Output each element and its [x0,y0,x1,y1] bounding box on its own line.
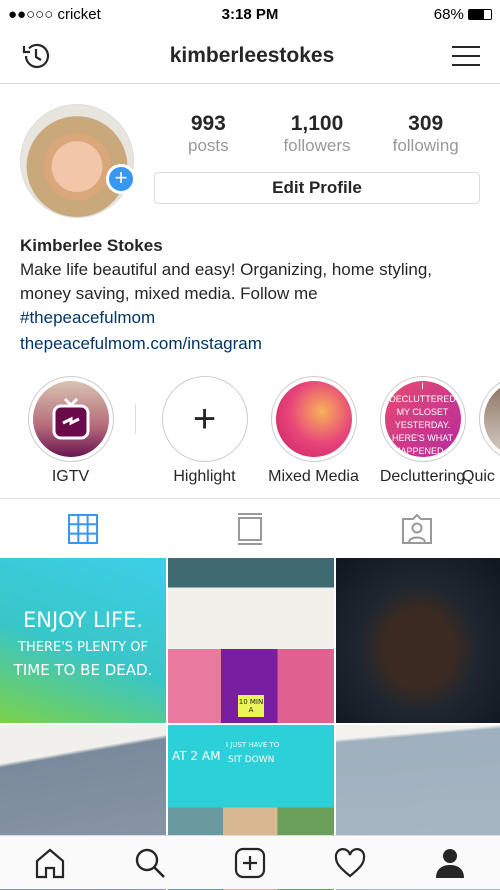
bio-text: Make life beautiful and easy! Organizing… [20,260,433,303]
display-name: Kimberlee Stokes [20,236,163,255]
carrier: ●●○○○ cricket [8,5,101,23]
username-title: kimberleestokes [169,43,335,67]
plus-icon: + [161,376,248,462]
new-post-icon[interactable] [234,847,266,879]
edit-profile-button[interactable]: Edit Profile [154,172,480,204]
followers-label: followers [283,136,351,155]
tab-tagged[interactable] [333,513,500,545]
top-nav: kimberleestokes [0,28,500,84]
divider [135,404,136,434]
highlight-new[interactable]: + Highlight [152,376,257,498]
post-text: 10 MIN A [238,695,264,717]
stat-posts[interactable]: 993 posts [154,112,263,156]
highlight-decluttering[interactable]: I DECLUTTERED MY CLOSET YESTERDAY. HERE'… [370,376,475,498]
highlight-label: Decluttering [379,468,466,485]
following-label: following [392,136,459,155]
tab-grid[interactable] [0,513,167,544]
highlight-label: Highlight [173,468,236,485]
post-tile[interactable]: ENJOY LIFE. THERE'S PLENTY OF TIME TO BE… [0,558,166,723]
menu-icon[interactable] [451,44,480,68]
posts-count: 993 [190,112,226,135]
highlight-cover-text: I DECLUTTERED MY CLOSET YESTERDAY. HERE'… [384,381,461,457]
bottom-tab-bar [0,835,500,889]
activity-heart-icon[interactable] [334,847,366,878]
grid-icon [68,513,99,544]
posts-label: posts [188,136,229,155]
post-text: THERE'S PLENTY OF [18,640,148,655]
profile-stats: 993 posts 1,100 followers 309 following [154,112,480,156]
highlight-quick[interactable]: Quic [462,376,500,498]
tagged-icon [401,513,432,544]
bio: Kimberlee Stokes Make life beautiful and… [0,212,500,356]
post-text: AT 2 AM [172,749,221,763]
profile-header: + 993 posts 1,100 followers 309 following E… [0,84,500,218]
stat-following[interactable]: 309 following [371,112,480,156]
profile-icon[interactable] [434,847,466,879]
feed-icon [238,512,262,545]
post-text: SIT DOWN [228,755,275,765]
avatar[interactable] [20,104,134,218]
battery-percent: 68% [433,5,464,23]
highlight-label: Mixed Media [268,468,359,485]
post-text: I JUST HAVE TO [226,741,280,749]
tab-feed[interactable] [167,512,334,545]
story-highlights: IGTV + Highlight Mixed Media I DECLUTTERE… [0,356,500,498]
highlight-igtv[interactable]: IGTV [18,376,123,498]
following-count: 309 [408,112,444,135]
hashtag-link[interactable]: #thepeacefulmom [20,306,480,330]
battery: 68% [434,6,492,23]
post-tile[interactable] [336,558,500,723]
search-icon[interactable] [134,847,166,879]
igtv-icon [52,397,89,440]
post-tile[interactable]: 10 MIN A [168,558,334,723]
battery-icon [468,9,492,21]
highlight-label: Quic [462,468,495,485]
add-story-icon[interactable]: + [106,164,136,194]
post-text: ENJOY LIFE. [23,608,143,632]
website-link[interactable]: thepeacefulmom.com/instagram [20,332,480,356]
status-bar: ●●○○○ cricket 3:18 PM 68% [0,0,500,28]
history-icon[interactable] [20,40,52,72]
profile-tabs [0,498,500,558]
highlight-label: IGTV [51,468,90,485]
home-icon[interactable] [34,847,66,879]
post-text: TIME TO BE DEAD. [13,661,153,679]
highlight-mixed-media[interactable]: Mixed Media [261,376,366,498]
followers-count: 1,100 [290,112,344,135]
stat-followers[interactable]: 1,100 followers [263,112,372,156]
